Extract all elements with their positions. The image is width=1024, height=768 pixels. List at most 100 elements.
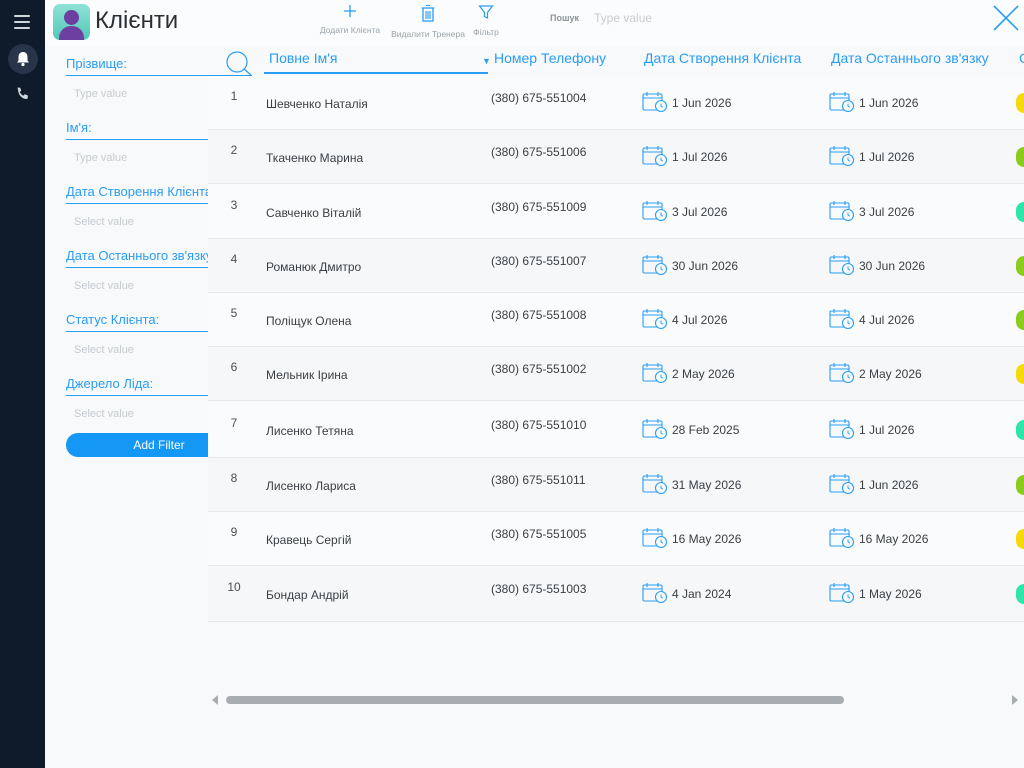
- client-name[interactable]: Лисенко Лариса: [266, 479, 356, 493]
- menu-icon[interactable]: [14, 15, 30, 29]
- calendar-clock-icon: [829, 527, 855, 549]
- row-index: 1: [230, 89, 238, 103]
- client-phone[interactable]: (380) 675-551009: [491, 200, 586, 214]
- client-phone[interactable]: (380) 675-551008: [491, 308, 586, 322]
- row-index: 4: [230, 252, 238, 266]
- table-row[interactable]: 6 Мельник Ірина (380) 675-551002 2 May 2026…: [208, 347, 1024, 401]
- last-contact-date: 2 May 2026: [859, 367, 922, 381]
- last-contact-date: 16 May 2026: [859, 532, 929, 546]
- calendar-clock-icon: [829, 254, 855, 276]
- calendar-clock-icon: [642, 582, 668, 604]
- client-name[interactable]: Романюк Дмитро: [266, 260, 361, 274]
- calendar-clock-icon: [829, 582, 855, 604]
- table-row[interactable]: 9 Кравець Сергій (380) 675-551005 16 May 20…: [208, 512, 1024, 566]
- calendar-clock-icon: [642, 200, 668, 222]
- calendar-clock-icon: [829, 200, 855, 222]
- column-header-created[interactable]: Дата Створення Клієнта: [644, 50, 801, 66]
- search-input[interactable]: [594, 8, 764, 28]
- created-date-select[interactable]: [74, 216, 224, 228]
- scroll-left-arrow-icon[interactable]: [212, 695, 218, 705]
- client-name[interactable]: Бондар Андрій: [266, 588, 349, 602]
- first-name-input[interactable]: [74, 152, 224, 164]
- table-row[interactable]: 7 Лисенко Тетяна (380) 675-551010 28 Feb 20…: [208, 401, 1024, 458]
- client-phone[interactable]: (380) 675-551006: [491, 145, 586, 159]
- last-contact-date: 1 May 2026: [859, 587, 922, 601]
- last-contact-date: 1 Jul 2026: [859, 150, 915, 164]
- client-name[interactable]: Шевченко Наталія: [266, 97, 368, 111]
- close-icon[interactable]: [992, 4, 1020, 32]
- calendar-clock-icon: [829, 145, 855, 167]
- client-phone[interactable]: (380) 675-551007: [491, 254, 586, 268]
- add-client-button[interactable]: Додати Клієнта: [315, 4, 385, 35]
- created-date: 30 Jun 2026: [672, 259, 739, 273]
- created-date: 1 Jun 2026: [672, 96, 732, 110]
- filter-label: Прізвище:: [66, 56, 127, 71]
- column-header-status[interactable]: С: [1019, 50, 1024, 66]
- table-row[interactable]: 3 Савченко Віталій (380) 675-551009 3 Jul 2…: [208, 184, 1024, 239]
- filter-button[interactable]: Фільтр: [469, 4, 503, 37]
- row-index: 9: [230, 525, 238, 539]
- client-phone[interactable]: (380) 675-551004: [491, 91, 586, 105]
- clients-avatar-icon: [53, 4, 90, 40]
- row-index: 2: [230, 143, 238, 157]
- created-date: 4 Jan 2024: [672, 587, 732, 601]
- funnel-icon: [478, 5, 494, 19]
- client-name[interactable]: Кравець Сергій: [266, 533, 351, 547]
- status-select[interactable]: [74, 344, 224, 356]
- status-badge: [1016, 420, 1024, 440]
- filter-label: Статус Клієнта:: [66, 312, 160, 327]
- side-rail: [0, 0, 45, 768]
- last-contact-date: 30 Jun 2026: [859, 259, 926, 273]
- add-client-label: Додати Клієнта: [319, 25, 381, 35]
- status-badge: [1016, 93, 1024, 113]
- row-index: 7: [230, 416, 238, 430]
- last-contact-date: 4 Jul 2026: [859, 313, 915, 327]
- horizontal-scrollbar[interactable]: [212, 695, 1022, 707]
- notifications-button[interactable]: [8, 44, 38, 74]
- client-name[interactable]: Поліщук Олена: [266, 314, 351, 328]
- calendar-clock-icon: [642, 473, 668, 495]
- scrollbar-thumb[interactable]: [226, 696, 844, 704]
- created-date: 31 May 2026: [672, 478, 742, 492]
- client-name[interactable]: Мельник Ірина: [266, 368, 348, 382]
- column-header-phone[interactable]: Номер Телефону: [494, 50, 606, 66]
- table-row[interactable]: 4 Романюк Дмитро (380) 675-551007 30 Jun 20…: [208, 239, 1024, 293]
- client-phone[interactable]: (380) 675-551005: [491, 527, 586, 541]
- phone-icon[interactable]: [15, 86, 31, 102]
- client-phone[interactable]: (380) 675-551011: [491, 473, 586, 487]
- calendar-clock-icon: [829, 418, 855, 440]
- sort-arrow-icon[interactable]: ▼: [482, 56, 491, 66]
- calendar-clock-icon: [642, 362, 668, 384]
- last-contact-select[interactable]: [74, 280, 224, 292]
- delete-trainer-button[interactable]: Видалити Тренера: [388, 4, 468, 39]
- created-date: 16 May 2026: [672, 532, 742, 546]
- calendar-clock-icon: [642, 254, 668, 276]
- client-name[interactable]: Лисенко Тетяна: [266, 424, 354, 438]
- client-phone[interactable]: (380) 675-551003: [491, 582, 586, 596]
- table-row[interactable]: 10 Бондар Андрій (380) 675-551003 4 Jan 202…: [208, 566, 1024, 622]
- column-header-last-contact[interactable]: Дата Останнього зв'язку: [831, 50, 989, 66]
- status-badge: [1016, 202, 1024, 222]
- client-name[interactable]: Ткаченко Марина: [266, 151, 363, 165]
- calendar-clock-icon: [642, 418, 668, 440]
- created-date: 1 Jul 2026: [672, 150, 728, 164]
- surname-input[interactable]: [74, 88, 224, 100]
- scroll-right-arrow-icon[interactable]: [1012, 695, 1018, 705]
- client-phone[interactable]: (380) 675-551002: [491, 362, 586, 376]
- client-phone[interactable]: (380) 675-551010: [491, 418, 586, 432]
- last-contact-date: 1 Jun 2026: [859, 478, 919, 492]
- client-name[interactable]: Савченко Віталій: [266, 206, 361, 220]
- table-row[interactable]: 8 Лисенко Лариса (380) 675-551011 31 May 20…: [208, 458, 1024, 512]
- table-row[interactable]: 1 Шевченко Наталія (380) 675-551004 1 Jun 2…: [208, 76, 1024, 130]
- row-index: 5: [230, 306, 238, 320]
- last-contact-date: 1 Jun 2026: [859, 96, 919, 110]
- table-row[interactable]: 2 Ткаченко Марина (380) 675-551006 1 Jul 20…: [208, 130, 1024, 184]
- trash-icon: [421, 4, 435, 22]
- row-index: 8: [230, 471, 238, 485]
- status-badge: [1016, 475, 1024, 495]
- created-date: 2 May 2026: [672, 367, 735, 381]
- column-header-name[interactable]: Повне Ім'я: [269, 50, 337, 66]
- table-row[interactable]: 5 Поліщук Олена (380) 675-551008 4 Jul 2026…: [208, 293, 1024, 347]
- calendar-clock-icon: [642, 527, 668, 549]
- lead-source-select[interactable]: [74, 408, 224, 420]
